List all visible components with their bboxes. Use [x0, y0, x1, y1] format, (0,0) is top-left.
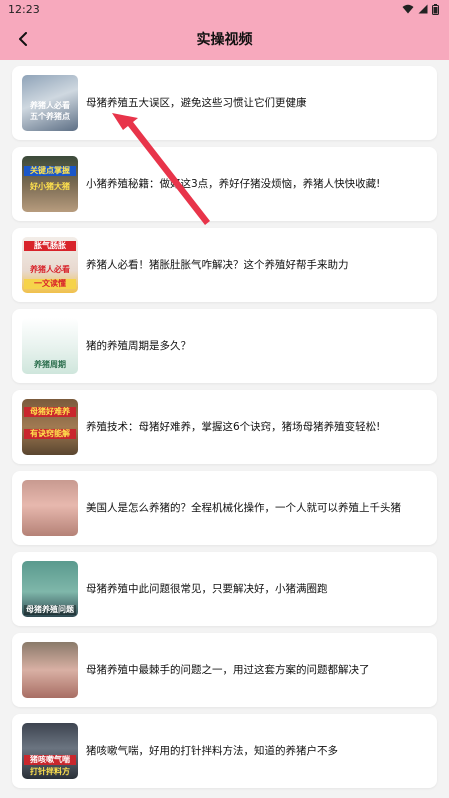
thumbnail-caption: 母猪养殖问题: [24, 605, 76, 615]
video-title: 养猪人必看！猪胀肚胀气咋解决？这个养殖好帮手来助力: [86, 259, 349, 271]
video-title: 美国人是怎么养猪的？全程机械化操作，一个人就可以养殖上千头猪: [86, 502, 401, 514]
thumbnail-caption: 打针拌料方: [30, 767, 70, 776]
video-item[interactable]: 养猪周期 猪的养殖周期是多久？: [12, 309, 437, 383]
thumbnail-caption: 五个养猪点: [30, 112, 70, 121]
app-bar: 实操视频: [0, 18, 449, 60]
thumbnail-caption: 养猪人必看: [30, 265, 70, 274]
thumbnail-caption: 有诀窍能解: [24, 429, 76, 439]
video-item[interactable]: 养猪人必看 五个养猪点 母猪养殖五大误区，避免这些习惯让它们更健康: [12, 66, 437, 140]
video-thumbnail: 胀气肠胀 养猪人必看 一文读懂: [22, 237, 78, 293]
thumbnail-caption: 胀气肠胀: [24, 241, 76, 251]
video-thumbnail: 猪咳嗽气喘 打针拌料方: [22, 723, 78, 779]
battery-icon: [432, 3, 439, 15]
video-item[interactable]: 母猪养殖问题 母猪养殖中此问题很常见，只要解决好，小猪满圈跑: [12, 552, 437, 626]
video-title: 母猪养殖中最棘手的问题之一，用过这套方案的问题都解决了: [86, 664, 370, 676]
thumbnail-caption: 关键点掌握: [24, 166, 76, 176]
video-thumbnail: 养猪周期: [22, 318, 78, 374]
thumbnail-caption: 养猪人必看: [30, 101, 70, 110]
video-thumbnail: 母猪养殖问题: [22, 561, 78, 617]
thumbnail-caption: 母猪好难养: [24, 407, 76, 417]
video-thumbnail: [22, 480, 78, 536]
wifi-icon: [402, 4, 414, 14]
back-arrow-icon: [19, 32, 27, 46]
video-thumbnail: 关键点掌握 好小猪大猪: [22, 156, 78, 212]
video-thumbnail: 母猪好难养 有诀窍能解: [22, 399, 78, 455]
video-title: 母猪养殖中此问题很常见，只要解决好，小猪满圈跑: [86, 583, 328, 595]
video-item[interactable]: 母猪养殖中最棘手的问题之一，用过这套方案的问题都解决了: [12, 633, 437, 707]
thumbnail-caption: 一文读懂: [24, 279, 76, 289]
video-item[interactable]: 母猪好难养 有诀窍能解 养殖技术：母猪好难养，掌握这6个诀窍，猪场母猪养殖变轻松…: [12, 390, 437, 464]
signal-icon: [418, 4, 428, 14]
video-item[interactable]: 关键点掌握 好小猪大猪 小猪养殖秘籍：做好这3点，养好仔猪没烦恼，养猪人快快收藏…: [12, 147, 437, 221]
video-title: 猪咳嗽气喘，好用的打针拌料方法，知道的养猪户不多: [86, 745, 338, 757]
thumbnail-caption: 好小猪大猪: [30, 182, 70, 191]
video-title: 小猪养殖秘籍：做好这3点，养好仔猪没烦恼，养猪人快快收藏!: [86, 178, 381, 190]
video-thumbnail: 养猪人必看 五个养猪点: [22, 75, 78, 131]
video-item[interactable]: 胀气肠胀 养猪人必看 一文读懂 养猪人必看！猪胀肚胀气咋解决？这个养殖好帮手来助…: [12, 228, 437, 302]
page-title: 实操视频: [196, 32, 253, 48]
video-item[interactable]: 猪咳嗽气喘 打针拌料方 猪咳嗽气喘，好用的打针拌料方法，知道的养猪户不多: [12, 714, 437, 788]
thumbnail-caption: 猪咳嗽气喘: [24, 755, 76, 765]
status-time: 12:23: [8, 2, 40, 16]
video-title: 猪的养殖周期是多久？: [86, 340, 191, 352]
video-item[interactable]: 美国人是怎么养猪的？全程机械化操作，一个人就可以养殖上千头猪: [12, 471, 437, 545]
video-title: 养殖技术：母猪好难养，掌握这6个诀窍，猪场母猪养殖变轻松!: [86, 421, 381, 433]
back-button[interactable]: [10, 26, 36, 52]
video-title: 母猪养殖五大误区，避免这些习惯让它们更健康: [86, 97, 307, 109]
video-thumbnail: [22, 642, 78, 698]
status-bar: 12:23: [0, 0, 449, 18]
status-icons: [402, 3, 439, 15]
thumbnail-caption: 养猪周期: [34, 360, 66, 369]
